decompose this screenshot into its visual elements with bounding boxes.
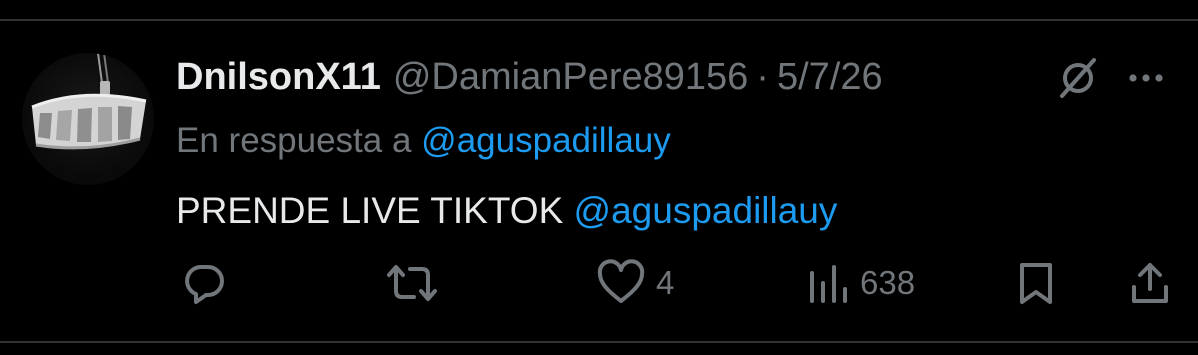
reply-icon [185,265,224,304]
reply-button[interactable] [180,258,228,308]
reply-prefix: En respuesta a [176,121,412,160]
bookmark-button[interactable] [1016,258,1056,308]
more-dots-icon[interactable] [1124,60,1168,96]
share-upload-icon [1132,263,1168,303]
bookmark-icon [1020,263,1052,304]
retweet-button[interactable] [386,258,438,308]
tweet-header: DnilsonX11 @DamianPere89156 · 5/7/26 [176,52,883,102]
grok-icon[interactable] [1056,56,1100,100]
reply-context: En respuesta a @aguspadillauy [176,118,671,164]
retweet-icon [387,265,437,301]
top-divider [0,19,1198,21]
tweet-text: PRENDE LIVE TIKTOK @aguspadillauy [176,186,837,236]
tweet-date[interactable]: 5/7/26 [777,56,883,99]
tweet-mention[interactable]: @aguspadillauy [574,190,838,232]
reply-to-mention[interactable]: @aguspadillauy [421,121,671,161]
share-button[interactable] [1128,258,1172,308]
views-count: 638 [860,264,916,301]
tweet-body: PRENDE LIVE TIKTOK [176,190,564,231]
avatar-image [31,53,147,150]
heart-icon [597,259,645,303]
display-name[interactable]: DnilsonX11 [176,56,381,99]
user-handle[interactable]: @DamianPere89156 [393,56,748,99]
avatar[interactable] [22,53,154,185]
views-chart-icon [810,265,847,303]
separator-dot: · [756,55,769,98]
like-count: 4 [656,264,675,301]
views-button[interactable]: 638 [806,258,915,308]
like-button[interactable]: 4 [596,258,674,308]
bottom-divider [0,341,1198,343]
